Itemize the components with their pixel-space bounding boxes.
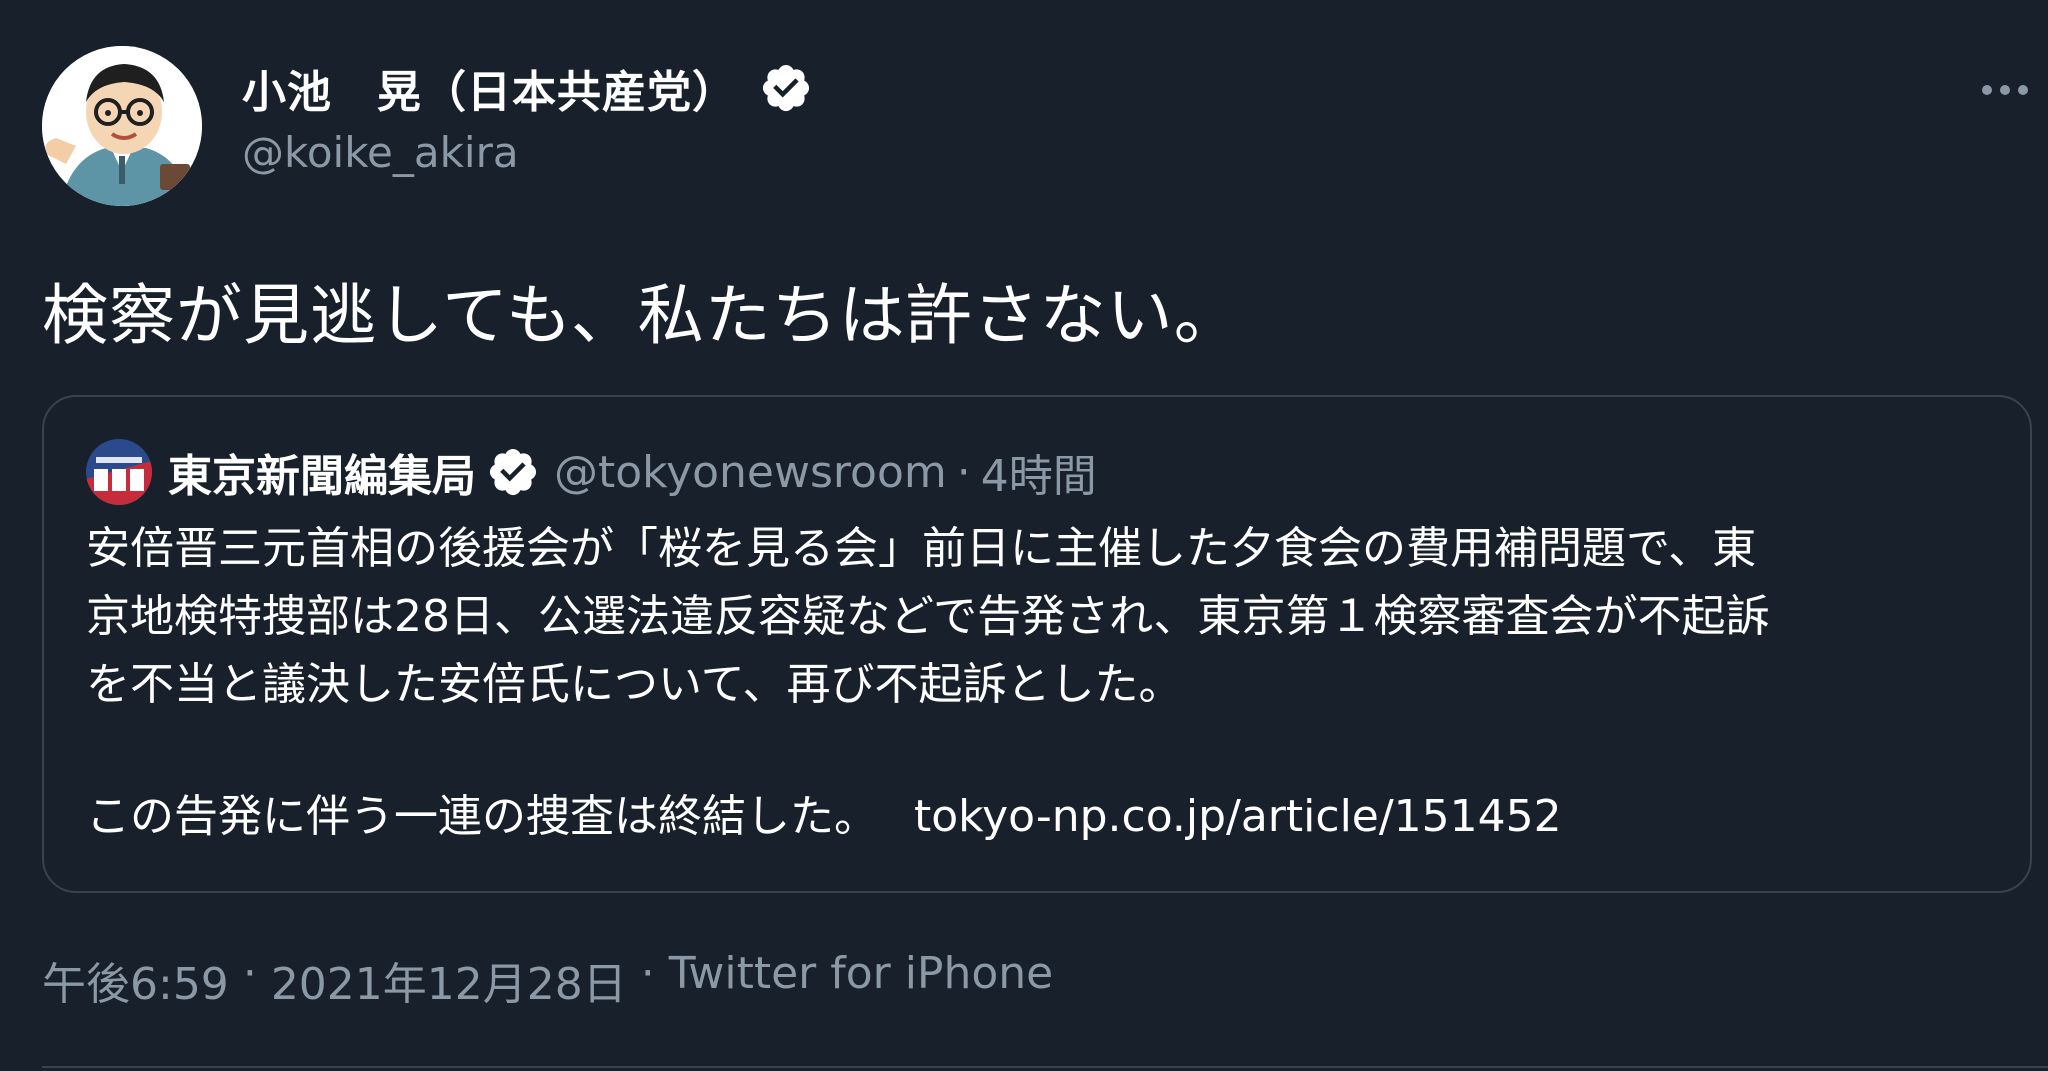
tweet-source[interactable]: Twitter for iPhone [669,948,1053,1012]
tweet-meta: 午後6:59 · 2021年12月28日 · Twitter for iPhon… [42,948,1053,1012]
tweet-time[interactable]: 午後6:59 [42,948,229,1012]
quoted-author-avatar[interactable] [86,439,152,505]
quoted-body-text: この告発に伴う一連の捜査は終結した。 [86,791,878,842]
author-name-row: 小池 晃（日本共産党） [242,56,813,120]
meta-separator: · [640,948,655,999]
quoted-body-line: 京地検特捜部は28日、公選法違反容疑などで告発され、東京第１検察審査会が不起訴 [86,591,1770,642]
more-options-icon[interactable] [1982,70,2048,110]
tweet-date[interactable]: 2021年12月28日 [271,948,627,1012]
tweet-detail: 小池 晃（日本共産党） @koike_akira 検察が見逃しても、私たちは許さ… [0,0,2048,1071]
bottom-divider [42,1066,2048,1068]
newsroom-logo-icon [86,439,152,505]
verified-badge-icon [762,64,810,112]
quoted-tweet-header: 東京新聞編集局 @tokyonewsroom · 4時間 [168,437,1097,507]
meta-separator: · [242,948,257,999]
quoted-header-separator: · [956,446,971,498]
author-handle[interactable]: @koike_akira [242,128,519,177]
tweet-text: 検察が見逃しても、私たちは許さない。 [42,277,1241,354]
quoted-handle[interactable]: @tokyonewsroom [554,447,947,498]
author-display-name[interactable]: 小池 晃（日本共産党） [242,56,737,120]
author-avatar[interactable] [42,46,202,206]
quoted-display-name[interactable]: 東京新聞編集局 [168,440,476,504]
more-dot [1982,85,1992,95]
cartoon-avatar-icon [42,46,202,206]
quoted-tweet-body: 安倍晋三元首相の後援会が「桜を見る会」前日に主催した夕食会の費用補問題で、東 京… [86,515,2006,851]
quoted-body-line: 安倍晋三元首相の後援会が「桜を見る会」前日に主催した夕食会の費用補問題で、東 [86,523,1757,574]
quoted-body-last-line: この告発に伴う一連の捜査は終結した。 tokyo-np.co.jp/article… [86,783,2006,851]
more-dot [2018,85,2028,95]
verified-badge-icon [489,448,537,496]
quoted-body-line: を不当と議決した安倍氏について、再び不起訴とした。 [86,659,1183,710]
quoted-tweet-card[interactable]: 東京新聞編集局 @tokyonewsroom · 4時間 安倍晋三元首相の後援会… [42,395,2032,893]
article-link[interactable]: tokyo-np.co.jp/article/151452 [914,791,1562,842]
quoted-time-ago[interactable]: 4時間 [981,440,1097,504]
more-dot [2000,85,2010,95]
